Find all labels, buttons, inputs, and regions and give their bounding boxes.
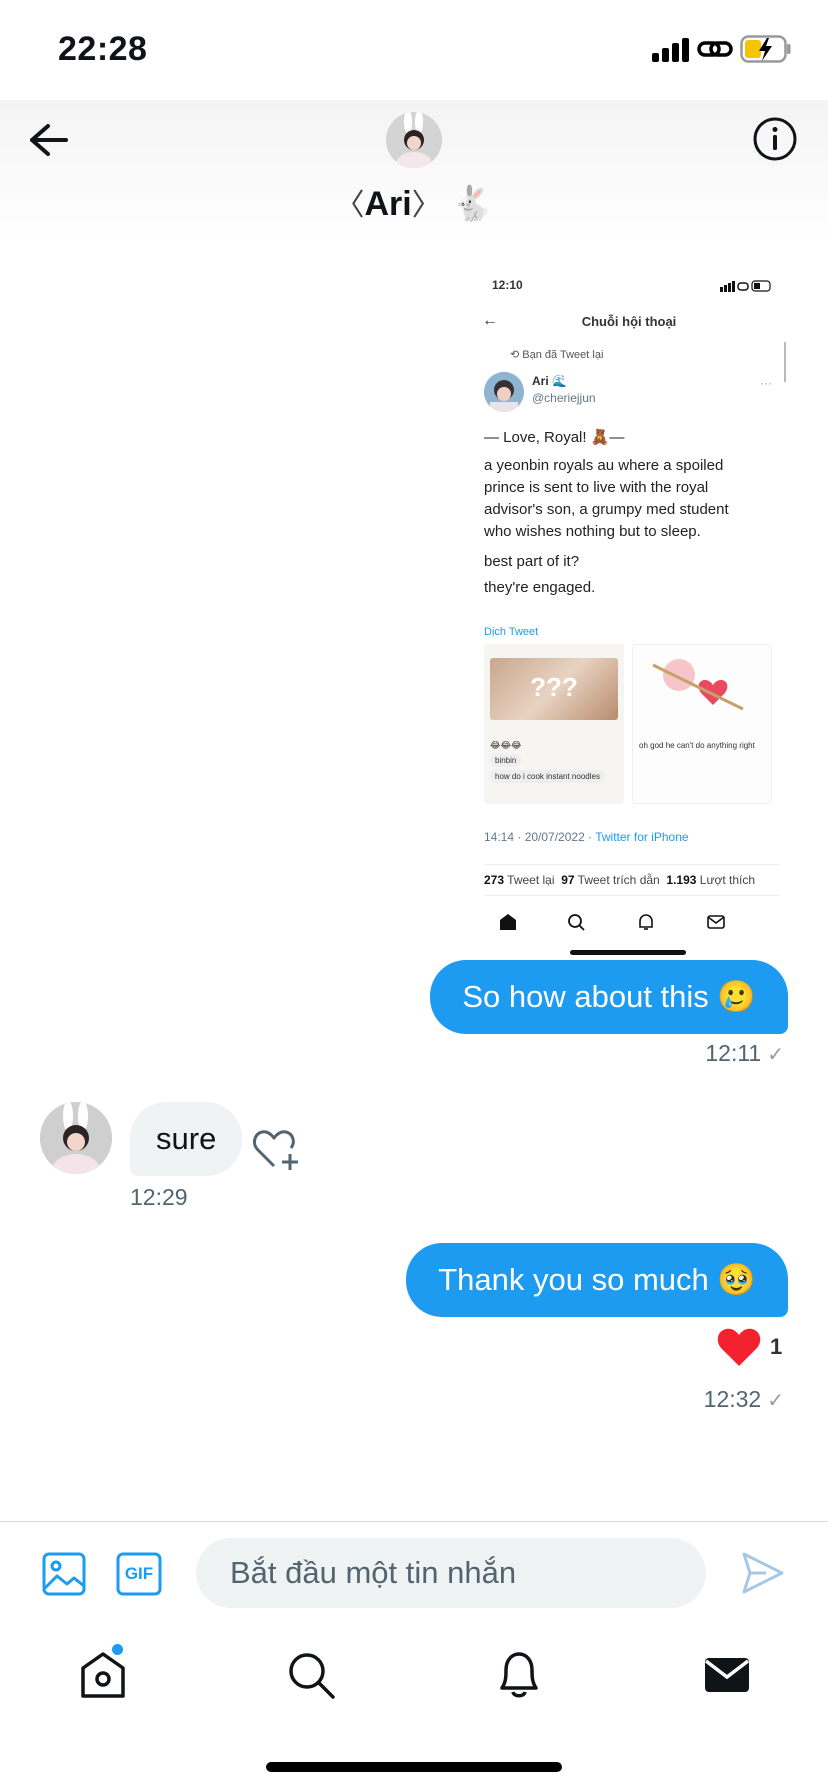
shared-image[interactable]: 12:10 ← Chuỗi hội thoại ⟲ Bạn đã Tweet l… [470,266,788,956]
messages-icon[interactable] [700,1648,754,1702]
message-reaction[interactable]: 1 [716,1326,796,1372]
shared-media-2-text: oh god he can't do anything right [639,741,755,750]
image-icon[interactable] [42,1552,86,1596]
message-time: 12:29 [130,1184,188,1210]
bottom-navigation [0,1622,828,1732]
shared-tweet-line: a yeonbin royals au where a spoiled [484,457,724,474]
contact-name[interactable]: 〈Ari〉 🐇 [0,180,828,224]
add-reaction-icon[interactable] [252,1126,302,1172]
stat-quotes-label: Tweet trích dẫn [577,873,660,887]
shared-meta: 14:14 · 20/07/2022 · Twitter for iPhone [484,830,689,844]
shared-tweet-line: — Love, Royal! 🧸— [484,429,625,446]
shared-tweet-line: prince is sent to live with the royal [484,479,709,496]
reaction-count: 1 [770,1334,783,1359]
shared-retweet-text: Bạn đã Tweet lại [522,349,604,361]
contact-name-text: Ari [364,185,412,223]
rabbit-emoji: 🐇 [451,185,494,223]
shared-media-1: ??? 😂😂😂 binbin how do i cook instant noo… [484,644,624,804]
message-input[interactable] [196,1538,706,1608]
shared-status-time: 12:10 [492,278,523,292]
shared-author-name: Ari 🌊 [532,374,567,388]
shared-tweet-line: advisor's son, a grumpy med student [484,501,729,518]
shared-home-indicator [570,950,686,955]
stat-likes-label: Lượt thích [699,873,756,887]
message-timestamp: 12:32 ✓ [704,1386,784,1413]
shared-stats: 273 Tweet lại 97 Tweet trích dẫn 1.193 L… [484,864,780,896]
shared-translate-link: Dịch Tweet [484,626,539,638]
message-bubble-outgoing[interactable]: Thank you so much 🥹 [406,1243,788,1317]
shared-search-icon [566,912,586,932]
stat-likes: 1.193 [666,873,697,887]
shared-tweet-line: who wishes nothing but to sleep. [484,523,701,540]
stat-retweets: 273 [484,873,505,887]
shared-tabbar [470,896,788,956]
message-bubble-incoming[interactable]: sure [130,1102,243,1176]
stat-retweets-label: Tweet lại [507,873,555,887]
gif-button[interactable]: GIF [116,1552,162,1596]
dm-conversation-screen: 22:28 〈Ari〉 🐇 12:10 ← Chuỗi hội thoại ⟲ … [0,0,828,1792]
message-composer: GIF [0,1522,828,1622]
sender-avatar[interactable] [40,1102,112,1174]
message-time: 12:11 [705,1040,762,1066]
search-icon[interactable] [284,1648,338,1702]
personal-hotspot-icon [697,41,733,57]
shared-tweet-line: they're engaged. [484,579,596,596]
shared-more-icon: ··· [760,376,772,390]
shared-tweet-line: best part of it? [484,553,580,570]
shared-meta-source: Twitter for iPhone [595,830,689,844]
shared-title: Chuỗi hội thoại [581,314,677,329]
sent-check-icon: ✓ [767,1390,784,1412]
shared-scrollbar [784,342,786,382]
conversation-header: 〈Ari〉 🐇 [0,100,828,240]
send-icon[interactable] [740,1550,786,1596]
message-time: 12:32 [703,1386,762,1412]
message-bubble-outgoing[interactable]: So how about this 🥲 [430,960,788,1034]
heart-reaction-icon [717,1328,761,1366]
shared-home-icon [498,912,518,932]
battery-charging-icon [740,35,791,63]
cellular-signal-icon [652,38,690,62]
shared-media-1-bubble: binbin [490,754,522,767]
shared-status-icons [720,280,771,292]
back-arrow-icon[interactable] [26,120,72,160]
info-icon[interactable] [752,116,798,162]
home-notification-dot [112,1644,123,1655]
shared-meta-time: 14:14 · 20/07/2022 · [484,830,596,844]
stat-quotes: 97 [561,873,575,887]
shared-media-2: oh god he can't do anything right [632,644,772,804]
sent-check-icon: ✓ [767,1044,784,1066]
shared-media-1-bubble: how do i cook instant noodles [490,770,605,783]
name-deco-right: 〉 [411,189,442,222]
name-deco-left: 〈 [334,189,365,222]
gif-label: GIF [124,1564,154,1583]
shared-bell-icon [636,912,656,932]
notifications-icon[interactable] [492,1648,546,1702]
shared-mail-icon [706,912,726,932]
message-timestamp: 12:11 ✓ [705,1040,784,1067]
shared-media-1-text: ??? [530,672,578,702]
status-bar: 22:28 [0,0,828,100]
contact-avatar[interactable] [386,112,442,168]
home-icon[interactable] [76,1648,130,1702]
shared-author-handle: @cheriejjun [532,391,596,405]
home-indicator [266,1762,562,1772]
shared-author-avatar [484,372,524,412]
status-time: 22:28 [58,30,148,68]
shared-retweet-label: ⟲ Bạn đã Tweet lại [510,349,604,361]
